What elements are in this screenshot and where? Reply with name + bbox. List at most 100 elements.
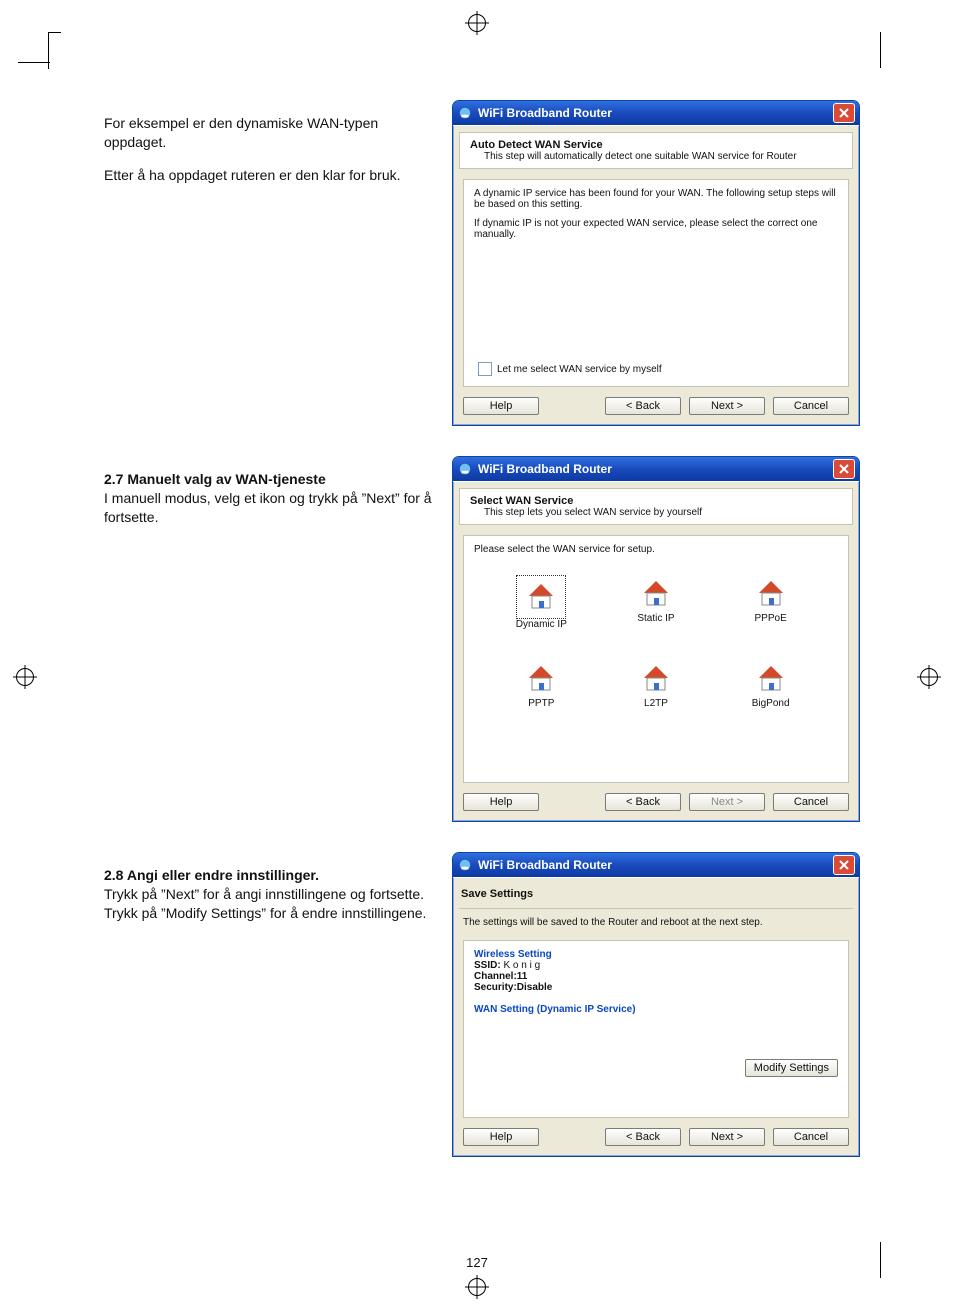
titlebar: WiFi Broadband Router xyxy=(453,457,859,481)
router-icon xyxy=(457,461,473,477)
section-auto-detect: For eksempel er den dynamiske WAN-typen … xyxy=(104,100,880,426)
banner-title: Save Settings xyxy=(459,884,853,909)
wan-option-label: L2TP xyxy=(644,698,668,709)
button-row: Help < Back Next > Cancel xyxy=(463,1128,849,1146)
titlebar: WiFi Broadband Router xyxy=(453,853,859,877)
help-button[interactable]: Help xyxy=(463,397,539,415)
button-row: Help < Back Next > Cancel xyxy=(463,793,849,811)
manual-page: For eksempel er den dynamiske WAN-typen … xyxy=(0,0,954,1310)
wan-setting-heading: WAN Setting (Dynamic IP Service) xyxy=(474,1004,838,1015)
house-icon xyxy=(634,575,678,613)
paragraph: For eksempel er den dynamiske WAN-typen … xyxy=(104,114,434,152)
security-row: Security:Disable xyxy=(474,982,838,993)
window-title: WiFi Broadband Router xyxy=(478,106,833,120)
next-button[interactable]: Next > xyxy=(689,1128,765,1146)
help-button[interactable]: Help xyxy=(463,1128,539,1146)
wan-option-l2tp[interactable]: L2TP xyxy=(599,660,713,709)
section-save-settings: 2.8 Angi eller endre innstillinger.Trykk… xyxy=(104,852,880,1157)
wan-option-pppoe[interactable]: PPPoE xyxy=(714,575,828,630)
panel-body: Please select the WAN service for setup.… xyxy=(463,535,849,783)
body-27: I manuell modus, velg et ikon og trykk p… xyxy=(104,490,432,525)
manual-select-checkbox-row[interactable]: Let me select WAN service by myself xyxy=(478,362,662,376)
next-button[interactable]: Next > xyxy=(689,793,765,811)
page-content: For eksempel er den dynamiske WAN-typen … xyxy=(104,100,880,1250)
back-button[interactable]: < Back xyxy=(605,793,681,811)
router-icon xyxy=(457,857,473,873)
close-button[interactable] xyxy=(833,103,855,123)
checkbox-icon xyxy=(478,362,492,376)
panel-body: A dynamic IP service has been found for … xyxy=(463,179,849,387)
body-text: If dynamic IP is not your expected WAN s… xyxy=(474,218,838,240)
registration-mark-icon xyxy=(920,668,938,686)
text-column: 2.7 Manuelt valg av WAN-tjenesteI manuel… xyxy=(104,456,452,541)
registration-mark-icon xyxy=(468,14,486,32)
banner-subtitle: This step lets you select WAN service by… xyxy=(470,507,842,518)
wan-option-bigpond[interactable]: BigPond xyxy=(714,660,828,709)
crop-mark xyxy=(18,62,50,64)
titlebar: WiFi Broadband Router xyxy=(453,101,859,125)
close-icon xyxy=(839,860,849,870)
checkbox-label: Let me select WAN service by myself xyxy=(497,364,662,375)
cancel-button[interactable]: Cancel xyxy=(773,397,849,415)
house-icon xyxy=(516,575,566,619)
cancel-button[interactable]: Cancel xyxy=(773,1128,849,1146)
wizard-banner: Auto Detect WAN Service This step will a… xyxy=(459,132,853,169)
wan-option-dynamic-ip[interactable]: Dynamic IP xyxy=(485,575,599,630)
wan-option-label: BigPond xyxy=(752,698,790,709)
window-title: WiFi Broadband Router xyxy=(478,462,833,476)
text-column: 2.8 Angi eller endre innstillinger.Trykk… xyxy=(104,852,452,937)
body-text: A dynamic IP service has been found for … xyxy=(474,188,838,210)
registration-mark-icon xyxy=(468,1278,486,1296)
window-body: Save Settings The settings will be saved… xyxy=(453,877,859,1156)
router-icon xyxy=(457,105,473,121)
help-button[interactable]: Help xyxy=(463,793,539,811)
wan-option-label: PPTP xyxy=(528,698,554,709)
back-button[interactable]: < Back xyxy=(605,397,681,415)
close-icon xyxy=(839,108,849,118)
window-title: WiFi Broadband Router xyxy=(478,858,833,872)
screenshot-select-wan: WiFi Broadband Router Select WAN Service… xyxy=(452,456,860,822)
banner-title: Auto Detect WAN Service xyxy=(470,139,842,151)
intro-text: Please select the WAN service for setup. xyxy=(474,544,838,555)
wizard-banner: Select WAN Service This step lets you se… xyxy=(459,488,853,525)
window-select-wan: WiFi Broadband Router Select WAN Service… xyxy=(452,456,860,822)
modify-settings-button[interactable]: Modify Settings xyxy=(745,1059,838,1077)
wan-option-label: Static IP xyxy=(637,613,674,624)
window-body: Select WAN Service This step lets you se… xyxy=(453,481,859,821)
crop-mark xyxy=(880,32,882,68)
ssid-row: SSID: K o n i g xyxy=(474,960,838,971)
channel-row: Channel:11 xyxy=(474,971,838,982)
screenshot-save-settings: WiFi Broadband Router Save Settings The … xyxy=(452,852,860,1157)
heading-28: 2.8 Angi eller endre innstillinger.Trykk… xyxy=(104,866,434,923)
wan-option-pptp[interactable]: PPTP xyxy=(485,660,599,709)
window-body: Auto Detect WAN Service This step will a… xyxy=(453,125,859,425)
close-button[interactable] xyxy=(833,855,855,875)
wan-option-static-ip[interactable]: Static IP xyxy=(599,575,713,630)
house-icon xyxy=(634,660,678,698)
paragraph: Etter å ha oppdaget ruteren er den klar … xyxy=(104,166,434,185)
house-icon xyxy=(519,660,563,698)
button-row: Help < Back Next > Cancel xyxy=(463,397,849,415)
window-auto-detect: WiFi Broadband Router Auto Detect WAN Se… xyxy=(452,100,860,426)
house-icon xyxy=(749,660,793,698)
settings-summary: Wireless Setting SSID: K o n i g Channel… xyxy=(463,940,849,1118)
text-column: For eksempel er den dynamiske WAN-typen … xyxy=(104,100,452,199)
banner-title: Select WAN Service xyxy=(470,495,842,507)
wan-option-label: Dynamic IP xyxy=(516,619,567,630)
wan-options: Dynamic IP Static IP PPPoE xyxy=(484,575,828,709)
wan-option-label: PPPoE xyxy=(755,613,787,624)
body-28: Trykk på ”Next” for å angi innstillingen… xyxy=(104,886,426,921)
close-icon xyxy=(839,464,849,474)
section-select-wan: 2.7 Manuelt valg av WAN-tjenesteI manuel… xyxy=(104,456,880,822)
house-icon xyxy=(749,575,793,613)
banner-subtitle: This step will automatically detect one … xyxy=(470,151,842,162)
back-button[interactable]: < Back xyxy=(605,1128,681,1146)
next-button[interactable]: Next > xyxy=(689,397,765,415)
registration-mark-icon xyxy=(16,668,34,686)
page-number: 127 xyxy=(0,1255,954,1270)
close-button[interactable] xyxy=(833,459,855,479)
intro-text: The settings will be saved to the Router… xyxy=(463,917,849,928)
screenshot-auto-detect: WiFi Broadband Router Auto Detect WAN Se… xyxy=(452,100,860,426)
heading-27: 2.7 Manuelt valg av WAN-tjenesteI manuel… xyxy=(104,470,434,527)
cancel-button[interactable]: Cancel xyxy=(773,793,849,811)
